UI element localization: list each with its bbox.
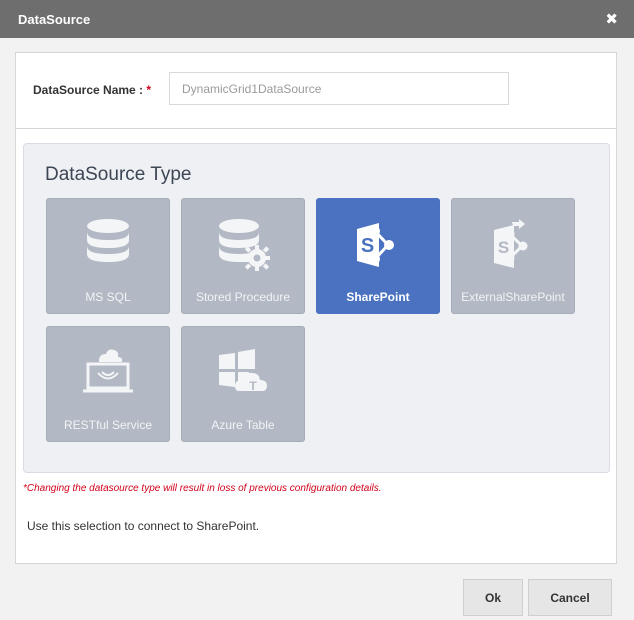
svg-text:S: S [498, 238, 509, 257]
tile-label: RESTful Service [63, 418, 153, 432]
name-row: DataSource Name : * [16, 53, 616, 129]
datasource-name-label-text: DataSource Name : [33, 83, 147, 97]
tile-sharepoint[interactable]: S SharePoint [316, 198, 440, 314]
database-icon [47, 213, 169, 275]
datasource-dialog: DataSource ✖ DataSource Name : * DataSou… [0, 0, 634, 620]
svg-text:T: T [249, 379, 257, 393]
tile-azure-table[interactable]: T Azure Table [181, 326, 305, 442]
datasource-type-panel: DataSource Type MS SQL Stored Procedure … [23, 143, 610, 473]
tile-external-sharepoint[interactable]: S ExternalSharePoint [451, 198, 575, 314]
database-gear-icon [182, 213, 304, 275]
tile-label: Azure Table [211, 418, 275, 432]
svg-text:S: S [361, 235, 374, 257]
required-marker: * [146, 83, 152, 97]
change-type-warning: *Changing the datasource type will resul… [23, 483, 382, 494]
cloud-laptop-icon [47, 341, 169, 403]
dialog-title: DataSource [18, 11, 91, 27]
ok-button[interactable]: Ok [463, 579, 523, 616]
tile-label: MS SQL [85, 290, 131, 304]
sharepoint-icon: S [317, 213, 439, 275]
datasource-name-label: DataSource Name : * [33, 83, 151, 97]
datasource-type-title: DataSource Type [45, 164, 192, 185]
tile-restful-service[interactable]: RESTful Service [46, 326, 170, 442]
selection-description: Use this selection to connect to SharePo… [27, 519, 260, 533]
tile-stored-procedure[interactable]: Stored Procedure [181, 198, 305, 314]
tile-ms-sql[interactable]: MS SQL [46, 198, 170, 314]
tile-label: ExternalSharePoint [461, 290, 565, 304]
windows-cloud-icon: T [182, 341, 304, 403]
external-sharepoint-icon: S [452, 213, 574, 275]
datasource-name-input[interactable] [169, 72, 509, 105]
tile-label: SharePoint [346, 290, 410, 304]
tile-label: Stored Procedure [195, 290, 291, 304]
cancel-button[interactable]: Cancel [528, 579, 612, 616]
dialog-titlebar: DataSource ✖ [0, 0, 634, 38]
dialog-content: DataSource Name : * DataSource Type MS S… [15, 52, 617, 564]
close-icon[interactable]: ✖ [605, 12, 618, 27]
